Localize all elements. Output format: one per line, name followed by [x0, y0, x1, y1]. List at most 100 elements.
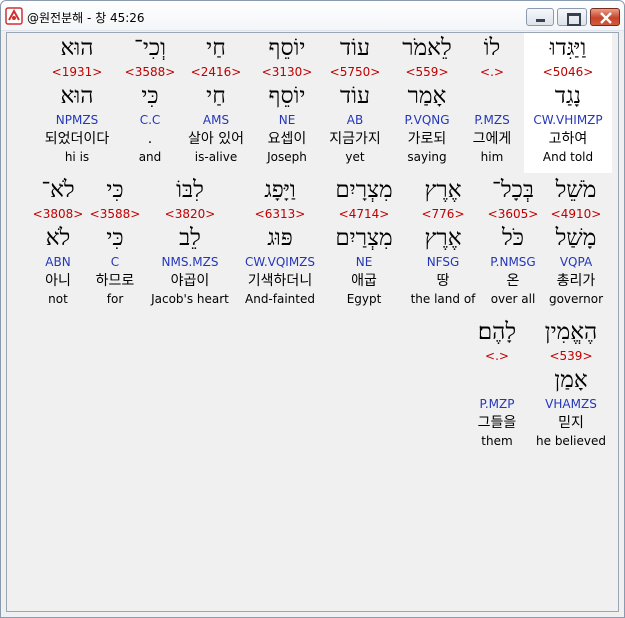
hebrew-word: לֹא־ — [41, 177, 75, 203]
korean-gloss: 야곱이 — [170, 273, 210, 289]
close-icon — [600, 12, 612, 24]
morph-code[interactable]: NMS.MZS — [147, 253, 233, 271]
word-cell[interactable]: וַיַּגִּדוּ <5046> נָגַד CW.VHIMZP 고하여 A… — [524, 33, 612, 173]
word-cell[interactable]: הוּא <1931> הוּא NPMZS 되었더이다 hi is — [35, 33, 119, 173]
korean-gloss: 요셉이 — [267, 131, 307, 147]
korean-gloss: . — [147, 131, 153, 147]
strong-number[interactable]: <3808> — [31, 205, 85, 223]
hebrew-word: לִבּוֹ — [176, 177, 204, 203]
strong-number[interactable]: <2416> — [179, 63, 253, 81]
morph-code[interactable]: ABN — [31, 253, 85, 271]
word-cell[interactable]: מִצְרָיִם <4714> מִצְרַיִם NE 애굽 Egypt — [327, 175, 401, 315]
morph-code[interactable]: NFSG — [405, 253, 481, 271]
morph-code[interactable]: VHAMZS — [533, 395, 609, 413]
lemma-word: כֹּל — [501, 225, 524, 251]
word-cell[interactable]: עוֹד <5750> עוֹד AB 지금가지 yet — [323, 33, 387, 173]
hebrew-word: לֵאמֹר — [402, 35, 452, 61]
strong-number[interactable]: <1931> — [35, 63, 119, 81]
word-cell[interactable]: לֹא־ <3808> לֹא ABN 아니 not — [31, 175, 85, 315]
english-gloss: for — [106, 292, 124, 306]
morph-code[interactable]: AB — [323, 111, 387, 129]
morph-code[interactable]: P.NMSG — [481, 253, 545, 271]
strong-number[interactable]: <3605> — [481, 205, 545, 223]
title-bar[interactable]: @원전분해 - 창 45:26 — [1, 1, 624, 31]
hebrew-word: מֹשֵׁל — [555, 177, 597, 203]
lemma-word: כִּי — [141, 83, 159, 109]
app-logo-icon — [5, 7, 23, 25]
lemma-word: אָמַן — [554, 367, 588, 393]
word-cell[interactable]: לִבּוֹ <3820> לֵב NMS.MZS 야곱이 Jacob's he… — [147, 175, 233, 315]
english-gloss: Jacob's heart — [151, 292, 229, 306]
morph-code[interactable]: NE — [327, 253, 401, 271]
morph-code[interactable]: CW.VHIMZP — [524, 111, 612, 129]
english-gloss: governor — [548, 292, 604, 306]
lemma-word: לֵב — [179, 225, 201, 251]
english-gloss: is-alive — [194, 150, 238, 164]
morph-code[interactable]: C — [87, 253, 143, 271]
strong-number[interactable]: <.> — [465, 347, 529, 365]
lemma-word: מָשַׁל — [555, 225, 597, 251]
morph-code[interactable]: P.MZP — [465, 395, 529, 413]
morph-code[interactable]: CW.VQIMZS — [237, 253, 323, 271]
word-cell[interactable]: בְּכָל־ <3605> כֹּל P.NMSG 온 over all — [481, 175, 545, 315]
close-button[interactable] — [590, 8, 620, 26]
hebrew-word: וַיַּגִּדוּ — [549, 35, 587, 61]
strong-number[interactable]: <5046> — [524, 63, 612, 81]
korean-gloss: 그들을 — [477, 415, 517, 431]
strong-number[interactable]: <3820> — [147, 205, 233, 223]
english-gloss: him — [480, 150, 504, 164]
minimize-button[interactable] — [526, 8, 554, 26]
strong-number[interactable]: <3588> — [87, 205, 143, 223]
word-cell[interactable]: הֶאֱמִין <539> אָמַן VHAMZS 믿지 he believ… — [533, 317, 609, 457]
strong-number[interactable]: <6313> — [237, 205, 323, 223]
korean-gloss: 믿지 — [558, 415, 584, 431]
morph-code[interactable]: P.VQNG — [394, 111, 460, 129]
hebrew-word: מִצְרָיִם — [335, 177, 393, 203]
word-cell[interactable]: לֵאמֹר <559> אָמַר P.VQNG 가로되 saying — [394, 33, 460, 173]
korean-gloss: 애굽 — [351, 273, 377, 289]
strong-number[interactable]: <776> — [405, 205, 481, 223]
word-cell[interactable]: לָהֶם׃ <.> P.MZP 그들을 them — [465, 317, 529, 457]
word-cell[interactable]: לוֹ <.> P.MZS 그에게 him — [462, 33, 522, 173]
word-cell[interactable]: וְכִי־ <3588> כִּי C.C . and — [123, 33, 177, 173]
hebrew-word: כִּי — [106, 177, 124, 203]
word-cell[interactable]: יוֹסֵף <3130> יוֹסֵף NE 요셉이 Joseph — [255, 33, 319, 173]
window-title: @원전분해 - 창 45:26 — [27, 11, 145, 25]
english-gloss: saying — [407, 150, 447, 164]
morph-code[interactable]: C.C — [123, 111, 177, 129]
maximize-button[interactable] — [557, 8, 587, 26]
korean-gloss: 그에게 — [472, 131, 512, 147]
english-gloss: he believed — [536, 434, 606, 448]
word-cell[interactable]: וַיָּפָג <6313> פּוּג CW.VQIMZS 기색하더니 An… — [237, 175, 323, 315]
morph-code[interactable]: VQPA — [539, 253, 613, 271]
morph-code[interactable]: NPMZS — [35, 111, 119, 129]
word-cell[interactable]: חַי <2416> חַי AMS 살아 있어 is-alive — [179, 33, 253, 173]
strong-number[interactable]: <4714> — [327, 205, 401, 223]
strong-number[interactable]: <4910> — [539, 205, 613, 223]
morph-code[interactable]: AMS — [179, 111, 253, 129]
english-gloss: the land of — [410, 292, 476, 306]
word-cell[interactable]: כִּי <3588> כִּי C 하므로 for — [87, 175, 143, 315]
strong-number[interactable]: <.> — [462, 63, 522, 81]
hebrew-word: וְכִי־ — [134, 35, 166, 61]
english-gloss: Joseph — [267, 150, 307, 164]
strong-number[interactable]: <5750> — [323, 63, 387, 81]
verse-row: וַיַּגִּדוּ <5046> נָגַד CW.VHIMZP 고하여 A… — [7, 33, 618, 173]
english-gloss: and — [138, 150, 162, 164]
english-gloss: them — [481, 434, 513, 448]
strong-number[interactable]: <3130> — [255, 63, 319, 81]
lemma-word: אָמַר — [407, 83, 447, 109]
strong-number[interactable]: <3588> — [123, 63, 177, 81]
hebrew-word: בְּכָל־ — [492, 177, 534, 203]
strong-number[interactable]: <539> — [533, 347, 609, 365]
lemma-word: כִּי — [106, 225, 124, 251]
korean-gloss: 온 — [506, 273, 520, 289]
word-cell[interactable]: אֶרֶץ <776> אֶרֶץ NFSG 땅 the land of — [405, 175, 481, 315]
morph-code[interactable]: NE — [255, 111, 319, 129]
morph-code[interactable]: P.MZS — [462, 111, 522, 129]
strong-number[interactable]: <559> — [394, 63, 460, 81]
word-cell[interactable]: מֹשֵׁל <4910> מָשַׁל VQPA 총리가 governor — [539, 175, 613, 315]
english-gloss: not — [48, 292, 68, 306]
korean-gloss: 하므로 — [95, 273, 135, 289]
lemma-word: פּוּג — [267, 225, 293, 251]
